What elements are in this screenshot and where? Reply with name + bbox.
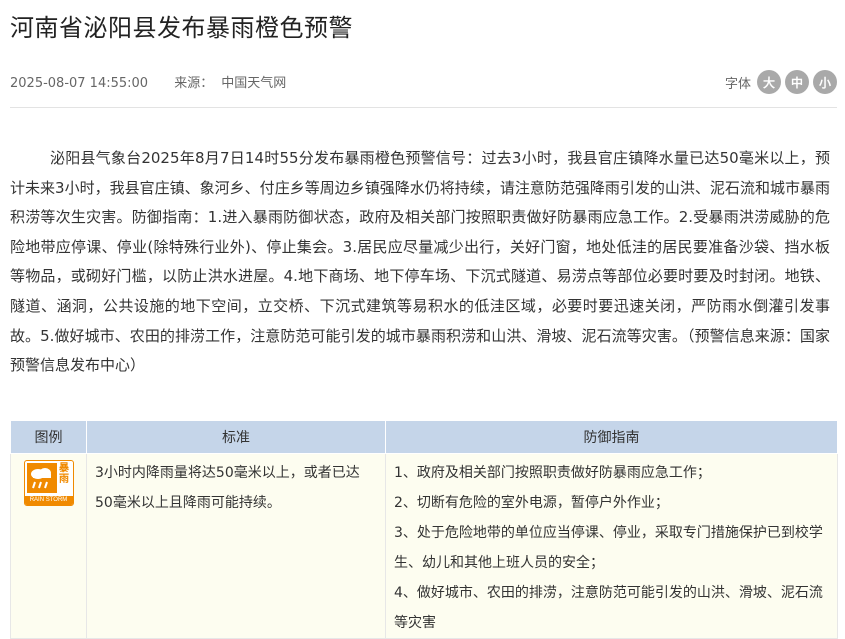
font-size-switcher: 字体 大 中 小	[725, 70, 837, 94]
source-value: 中国天气网	[221, 76, 287, 91]
article-meta: 2025-08-07 14:55:00 来源： 中国天气网	[10, 72, 286, 91]
guideline-item: 2、切断有危险的室外电源，暂停户外作业；	[394, 495, 669, 511]
font-size-small-button[interactable]: 小	[813, 70, 837, 94]
guidelines-cell: 1、政府及相关部门按照职责做好防暴雨应急工作； 2、切断有危险的室外电源，暂停户…	[385, 453, 838, 639]
icon-en-label: RAIN STORM	[24, 496, 73, 505]
page-title: 河南省泌阳县发布暴雨橙色预警	[10, 14, 353, 42]
header-guidelines: 防御指南	[385, 420, 838, 454]
rainstorm-orange-icon: 暴雨 RAIN STORM	[23, 460, 74, 506]
header-legend: 图例	[10, 420, 87, 454]
standard-cell: 3小时内降雨量将达50毫米以上，或者已达50毫米以上且降雨可能持续。	[86, 453, 386, 639]
font-size-large-button[interactable]: 大	[757, 70, 781, 94]
guideline-item: 4、做好城市、农田的排涝，注意防范可能引发的山洪、滑坡、泥石流等灾害	[394, 585, 823, 631]
guideline-item: 3、处于危险地带的单位应当停课、停业，采取专门措施保护已到校学生、幼儿和其他上班…	[394, 525, 823, 571]
legend-cell: 暴雨 RAIN STORM	[10, 453, 87, 639]
source-label: 来源：	[174, 76, 214, 91]
article-body: 泌阳县气象台2025年8月7日14时55分发布暴雨橙色预警信号：过去3小时，我县…	[10, 149, 830, 375]
guideline-item: 1、政府及相关部门按照职责做好防暴雨应急工作；	[394, 465, 711, 481]
header-standard: 标准	[86, 420, 386, 454]
publish-datetime: 2025-08-07 14:55:00	[10, 76, 149, 91]
divider	[10, 107, 837, 108]
icon-chars: 暴雨	[59, 463, 69, 485]
rain-cloud-icon	[26, 463, 57, 493]
font-size-medium-button[interactable]: 中	[785, 70, 809, 94]
table-header-row: 图例 标准 防御指南	[10, 420, 838, 454]
warning-guide-table: 图例 标准 防御指南 暴雨 RAIN STORM 3小时内降雨量将达50毫米以上…	[10, 420, 838, 639]
table-row: 暴雨 RAIN STORM 3小时内降雨量将达50毫米以上，或者已达50毫米以上…	[10, 453, 838, 639]
font-size-label: 字体	[724, 76, 751, 92]
